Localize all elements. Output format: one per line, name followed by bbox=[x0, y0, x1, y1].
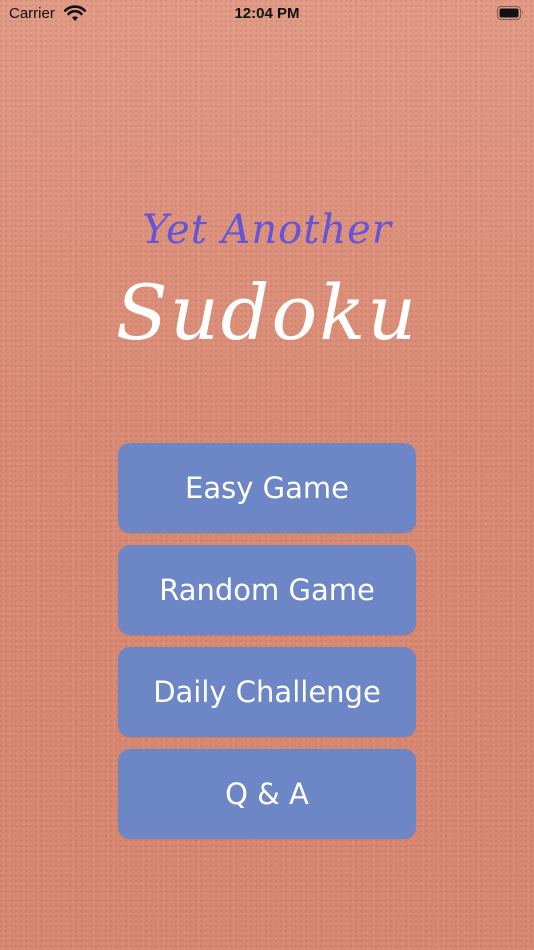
status-bar: Carrier 12:04 PM bbox=[0, 0, 534, 30]
main-menu: Easy Game Random Game Daily Challenge Q … bbox=[118, 443, 416, 851]
daily-challenge-button[interactable]: Daily Challenge bbox=[118, 647, 416, 737]
random-game-button[interactable]: Random Game bbox=[118, 545, 416, 635]
app-title: Yet Another Sudoku bbox=[0, 200, 534, 358]
title-heading: Sudoku bbox=[115, 268, 419, 357]
battery-icon bbox=[497, 6, 523, 20]
easy-game-button[interactable]: Easy Game bbox=[118, 443, 416, 533]
clock-time: 12:04 PM bbox=[234, 5, 300, 22]
qa-button[interactable]: Q & A bbox=[118, 749, 416, 839]
title-subheading: Yet Another bbox=[142, 207, 392, 253]
